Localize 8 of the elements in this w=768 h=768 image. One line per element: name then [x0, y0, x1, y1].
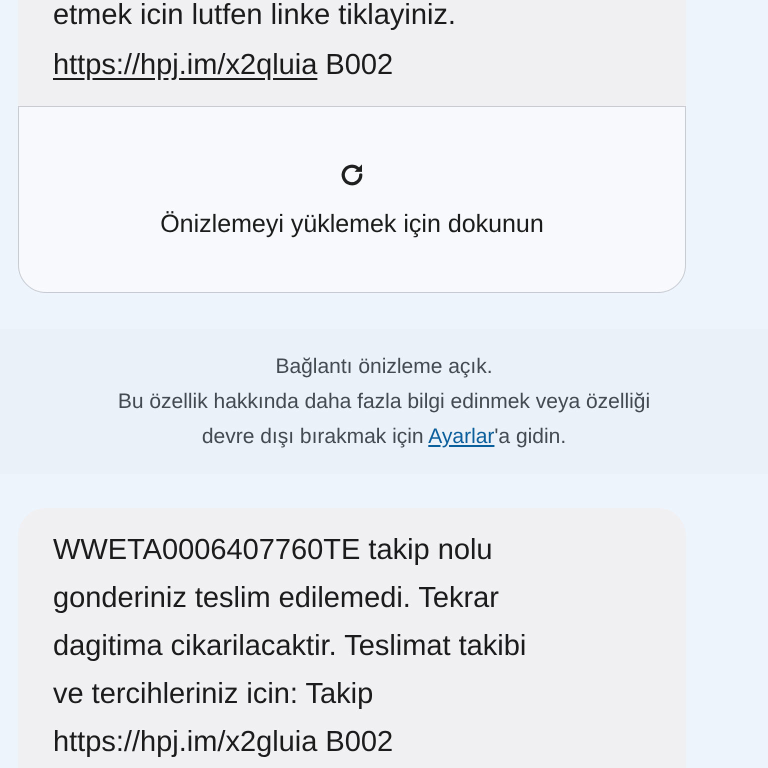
preview-label: Önizlemeyi yüklemek için dokunun	[160, 210, 544, 239]
settings-link[interactable]: Ayarlar	[428, 425, 494, 448]
notice-title: Bağlantı önizleme açık.	[274, 354, 494, 380]
preview-card[interactable]: Önizlemeyi yüklemek için dokunun	[18, 106, 686, 293]
message-text: etmek icin lutfen linke tiklayiniz. https://hpj.im/x2qluia B002	[18, 0, 686, 106]
message-link[interactable]: https://hpj.im/x2qluia	[53, 49, 318, 81]
notice-text: Bu özellik hakkında daha fazla bilgi edinmek veya özelliği devre dışı bırakmak için Ayarlar'a gidin.	[116, 389, 652, 450]
message-text: WWETA0006407760TE takip nolu gonderiniz teslim edilemedi. Tekrar dagitima cikarilacaktir. Teslimat takibi ve tercihleriniz icin: Takip https://hpj.im/x2gluia B002	[52, 533, 528, 760]
